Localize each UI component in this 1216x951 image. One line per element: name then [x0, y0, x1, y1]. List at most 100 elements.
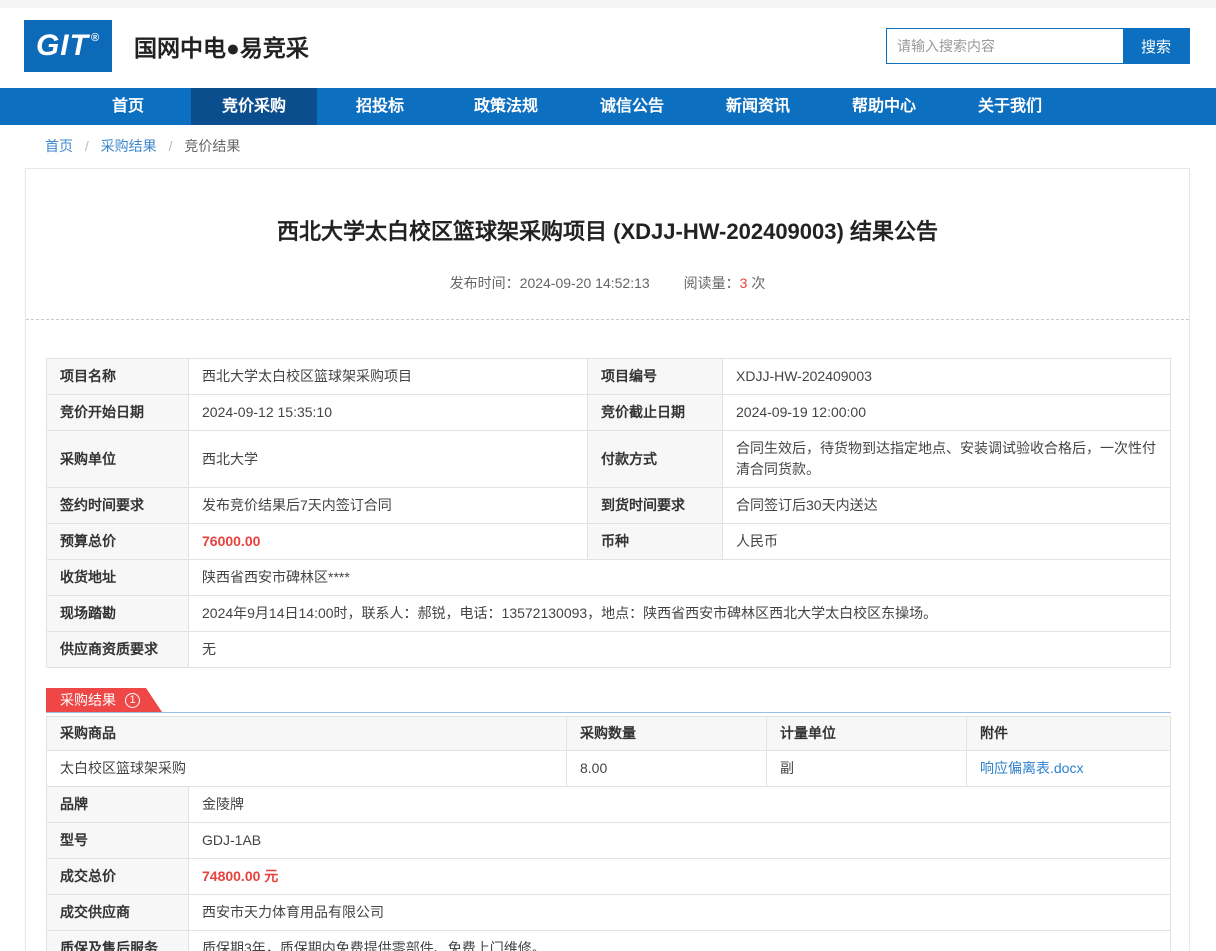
info-label: 竞价开始日期 — [47, 395, 189, 431]
top-strip — [0, 0, 1216, 8]
breadcrumb-current: 竞价结果 — [184, 138, 240, 154]
table-row: 采购单位 西北大学 付款方式 合同生效后，待货物到达指定地点、安装调试验收合格后… — [47, 431, 1171, 488]
breadcrumb-separator: / — [169, 138, 173, 154]
breadcrumb: 首页 / 采购结果 / 竞价结果 — [45, 136, 1216, 156]
info-label: 项目编号 — [588, 359, 723, 395]
info-value: 陕西省西安市碑林区**** — [189, 560, 1171, 596]
nav-item-help[interactable]: 帮助中心 — [821, 88, 947, 125]
table-row: 项目名称 西北大学太白校区篮球架采购项目 项目编号 XDJJ-HW-202409… — [47, 359, 1171, 395]
detail-label: 质保及售后服务 — [47, 931, 189, 951]
search-input[interactable] — [887, 29, 1123, 63]
dashed-divider — [26, 319, 1189, 320]
search-button[interactable]: 搜索 — [1123, 29, 1189, 63]
views-count: 3 — [740, 275, 748, 291]
info-label: 竞价截止日期 — [588, 395, 723, 431]
info-label: 币种 — [588, 524, 723, 560]
registered-mark: ® — [91, 32, 100, 44]
table-row: 成交供应商 西安市天力体育用品有限公司 — [47, 895, 1171, 931]
brand-name: 国网中电●易竞采 — [134, 29, 309, 63]
page: GIT® 国网中电●易竞采 搜索 首页 竞价采购 招投标 政策法规 诚信公告 新… — [0, 0, 1216, 951]
purchase-result-table: 采购商品 采购数量 计量单位 附件 太白校区篮球架采购 8.00 副 响应偏离表… — [46, 716, 1171, 951]
info-label: 预算总价 — [47, 524, 189, 560]
detail-label: 品牌 — [47, 787, 189, 823]
badge-count: 1 — [125, 693, 140, 708]
table-row: 竞价开始日期 2024-09-12 15:35:10 竞价截止日期 2024-0… — [47, 395, 1171, 431]
detail-label: 成交供应商 — [47, 895, 189, 931]
column-header: 采购数量 — [567, 717, 767, 751]
info-label: 供应商资质要求 — [47, 632, 189, 668]
git-logo[interactable]: GIT® — [24, 20, 112, 72]
product-name: 太白校区篮球架采购 — [47, 751, 567, 787]
product-unit: 副 — [767, 751, 967, 787]
nav-item-policy[interactable]: 政策法规 — [443, 88, 569, 125]
warranty-value: 质保期3年，质保期内免费提供零部件、免费上门维修。 — [189, 931, 1171, 951]
info-value: 2024-09-19 12:00:00 — [723, 395, 1171, 431]
detail-label: 型号 — [47, 823, 189, 859]
column-header: 采购商品 — [47, 717, 567, 751]
table-row: 收货地址 陕西省西安市碑林区**** — [47, 560, 1171, 596]
product-row: 太白校区篮球架采购 8.00 副 响应偏离表.docx — [47, 751, 1171, 787]
info-label: 到货时间要求 — [588, 488, 723, 524]
result-badge-row: 采购结果 1 — [46, 689, 1171, 713]
info-value: 西北大学太白校区篮球架采购项目 — [189, 359, 588, 395]
info-value: 西北大学 — [189, 431, 588, 488]
info-label: 收货地址 — [47, 560, 189, 596]
nav-item-about[interactable]: 关于我们 — [947, 88, 1073, 125]
logo-wrap: GIT® 国网中电●易竞采 — [24, 20, 309, 72]
table-row: 型号 GDJ-1AB — [47, 823, 1171, 859]
search-group: 搜索 — [886, 28, 1190, 64]
nav-item-integrity[interactable]: 诚信公告 — [569, 88, 695, 125]
table-row: 质保及售后服务 质保期3年，质保期内免费提供零部件、免费上门维修。 — [47, 931, 1171, 951]
table-row: 预算总价 76000.00 币种 人民币 — [47, 524, 1171, 560]
table-row: 签约时间要求 发布竞价结果后7天内签订合同 到货时间要求 合同签订后30天内送达 — [47, 488, 1171, 524]
breadcrumb-home[interactable]: 首页 — [45, 138, 73, 154]
info-value: 2024-09-12 15:35:10 — [189, 395, 588, 431]
product-quantity: 8.00 — [567, 751, 767, 787]
breadcrumb-separator: / — [85, 138, 89, 154]
info-label: 付款方式 — [588, 431, 723, 488]
brand-value: 金陵牌 — [189, 787, 1171, 823]
nav-item-tender[interactable]: 招投标 — [317, 88, 443, 125]
logo-text: GIT — [36, 29, 89, 63]
views-unit: 次 — [751, 275, 765, 291]
site-header: GIT® 国网中电●易竞采 搜索 — [0, 8, 1216, 88]
table-row: 供应商资质要求 无 — [47, 632, 1171, 668]
badge-label: 采购结果 — [60, 690, 116, 710]
info-label: 项目名称 — [47, 359, 189, 395]
column-header: 附件 — [967, 717, 1171, 751]
page-title: 西北大学太白校区篮球架采购项目 (XDJJ-HW-202409003) 结果公告 — [46, 217, 1169, 247]
table-header-row: 采购商品 采购数量 计量单位 附件 — [47, 717, 1171, 751]
info-label: 采购单位 — [47, 431, 189, 488]
project-info-table: 项目名称 西北大学太白校区篮球架采购项目 项目编号 XDJJ-HW-202409… — [46, 358, 1171, 668]
views-label: 阅读量： — [684, 275, 740, 291]
nav-item-news[interactable]: 新闻资讯 — [695, 88, 821, 125]
main-nav: 首页 竞价采购 招投标 政策法规 诚信公告 新闻资讯 帮助中心 关于我们 — [0, 88, 1216, 125]
publish-time-label: 发布时间： — [450, 275, 520, 291]
deal-total-price: 74800.00 元 — [189, 859, 1171, 895]
info-value: 发布竞价结果后7天内签订合同 — [189, 488, 588, 524]
supplier-value: 西安市天力体育用品有限公司 — [189, 895, 1171, 931]
detail-label: 成交总价 — [47, 859, 189, 895]
info-value: 无 — [189, 632, 1171, 668]
breadcrumb-purchase-results[interactable]: 采购结果 — [101, 138, 157, 154]
model-value: GDJ-1AB — [189, 823, 1171, 859]
article-meta: 发布时间：2024-09-20 14:52:13 阅读量：3 次 — [46, 273, 1169, 293]
attachment-link[interactable]: 响应偏离表.docx — [980, 760, 1083, 776]
info-label: 签约时间要求 — [47, 488, 189, 524]
info-value: 合同生效后，待货物到达指定地点、安装调试验收合格后，一次性付清合同货款。 — [723, 431, 1171, 488]
publish-time-value: 2024-09-20 14:52:13 — [520, 275, 650, 291]
nav-item-home[interactable]: 首页 — [65, 88, 191, 125]
info-value: 2024年9月14日14:00时，联系人：郝锐，电话：13572130093，地… — [189, 596, 1171, 632]
table-row: 成交总价 74800.00 元 — [47, 859, 1171, 895]
table-row: 品牌 金陵牌 — [47, 787, 1171, 823]
info-value: 人民币 — [723, 524, 1171, 560]
column-header: 计量单位 — [767, 717, 967, 751]
info-label: 现场踏勘 — [47, 596, 189, 632]
budget-total-price: 76000.00 — [189, 524, 588, 560]
purchase-result-badge: 采购结果 1 — [46, 688, 162, 712]
info-value: 合同签订后30天内送达 — [723, 488, 1171, 524]
info-value: XDJJ-HW-202409003 — [723, 359, 1171, 395]
nav-item-bidding-purchase[interactable]: 竞价采购 — [191, 88, 317, 125]
announcement-card: 西北大学太白校区篮球架采购项目 (XDJJ-HW-202409003) 结果公告… — [25, 168, 1190, 951]
table-row: 现场踏勘 2024年9月14日14:00时，联系人：郝锐，电话：13572130… — [47, 596, 1171, 632]
